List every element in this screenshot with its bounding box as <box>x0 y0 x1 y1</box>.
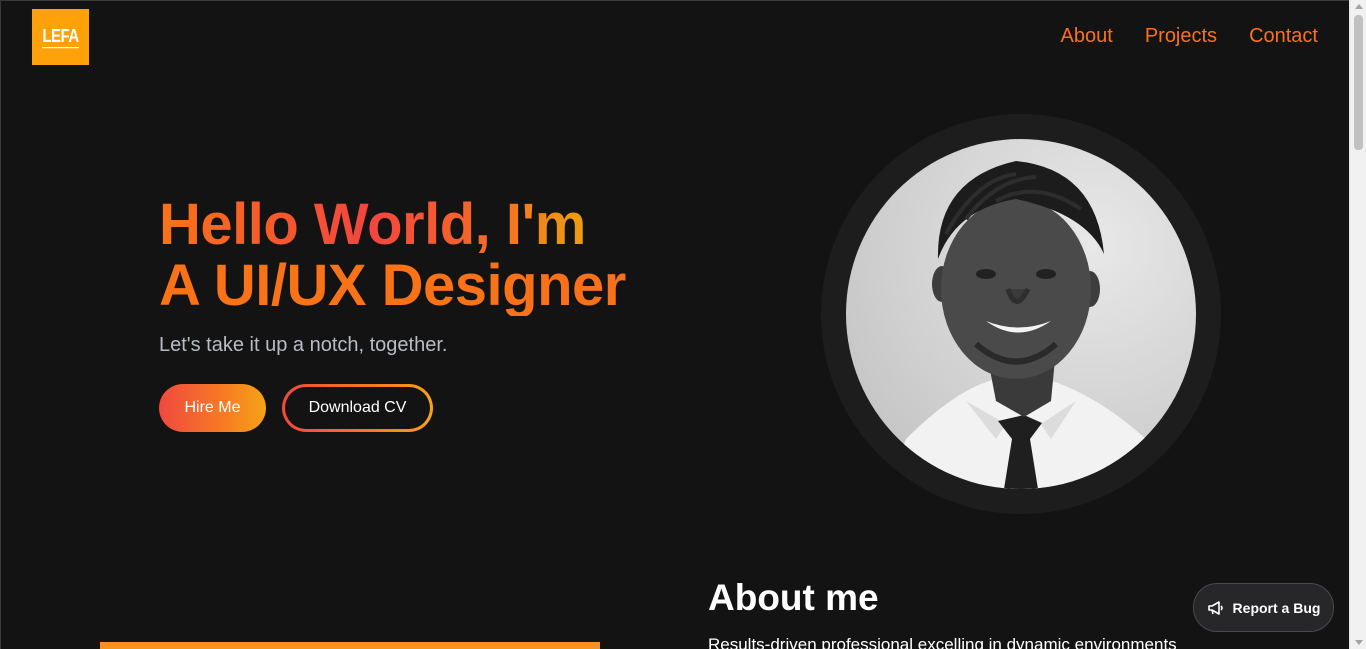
profile-photo-illustration <box>886 161 1166 489</box>
hero-title-line1: Hello World, I'm <box>159 194 626 255</box>
nav-link-contact[interactable]: Contact <box>1249 25 1318 48</box>
nav-link-about[interactable]: About <box>1061 25 1113 48</box>
profile-photo <box>846 139 1196 489</box>
hero-subtitle: Let's take it up a notch, together. <box>159 334 448 356</box>
hero-title: Hello World, I'm A UI/UX Designer <box>159 194 626 316</box>
about-text: Results-driven professional excelling in… <box>708 635 1177 649</box>
scroll-up-icon[interactable] <box>1355 4 1363 9</box>
page-viewport: LEFA About Projects Contact Hello World,… <box>0 0 1349 649</box>
report-bug-button[interactable]: Report a Bug <box>1193 583 1334 632</box>
download-cv-label: Download CV <box>285 387 430 429</box>
report-bug-label: Report a Bug <box>1232 599 1321 616</box>
logo-text: LEFA <box>42 25 79 49</box>
about-title: About me <box>708 577 879 618</box>
hire-me-button[interactable]: Hire Me <box>159 384 266 432</box>
site-logo[interactable]: LEFA <box>32 9 89 65</box>
scrollbar-thumb[interactable] <box>1354 15 1363 150</box>
portrait-ring <box>821 114 1221 514</box>
hero-title-line2: A UI/UX Designer <box>159 253 626 318</box>
download-cv-button[interactable]: Download CV <box>282 384 433 432</box>
megaphone-icon <box>1207 600 1225 616</box>
main-nav: About Projects Contact <box>1061 25 1318 48</box>
about-image-frame <box>100 642 600 649</box>
nav-link-projects[interactable]: Projects <box>1145 25 1217 48</box>
scroll-down-icon[interactable] <box>1355 640 1363 645</box>
vertical-scrollbar[interactable] <box>1349 0 1366 649</box>
